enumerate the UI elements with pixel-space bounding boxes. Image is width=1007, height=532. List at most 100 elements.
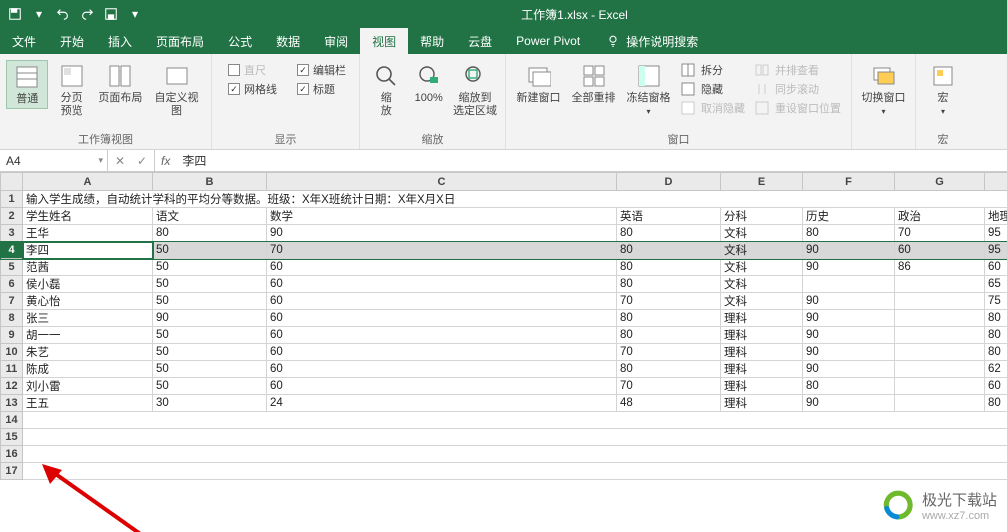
tab-page-layout[interactable]: 页面布局 [144,28,216,54]
cell[interactable]: 60 [267,378,617,395]
select-all-corner[interactable] [1,173,23,191]
cell[interactable]: 历史 [803,208,895,225]
cell[interactable]: 文科 [721,242,803,259]
view-pagelayout-button[interactable]: 页面布局 [95,60,146,107]
row-header[interactable]: 12 [1,378,23,395]
new-window-button[interactable]: 新建窗口 [512,60,565,107]
switch-window-button[interactable]: 切换窗口▾ [858,60,909,118]
row-header[interactable]: 11 [1,361,23,378]
cell[interactable]: 60 [895,242,985,259]
cell[interactable]: 理科 [721,344,803,361]
tab-file[interactable]: 文件 [0,28,48,54]
cell[interactable]: 80 [803,225,895,242]
cell[interactable]: 90 [803,259,895,276]
row-header[interactable]: 13 [1,395,23,412]
cell[interactable]: 语文 [153,208,267,225]
undo-icon[interactable] [52,3,74,25]
cell[interactable]: 分科 [721,208,803,225]
cell[interactable]: 文科 [721,276,803,293]
col-header-C[interactable]: C [267,173,617,191]
cell[interactable]: 70 [617,293,721,310]
tab-review[interactable]: 审阅 [312,28,360,54]
cell[interactable]: 胡一一 [23,327,153,344]
col-header-A[interactable]: A [23,173,153,191]
view-normal-button[interactable]: 普通 [6,60,48,109]
cell[interactable]: 范茜 [23,259,153,276]
cell[interactable]: 数学 [267,208,617,225]
cell[interactable]: 张三 [23,310,153,327]
cell[interactable]: 95 [985,242,1007,259]
row-header[interactable]: 14 [1,412,23,429]
save-alt-icon[interactable] [100,3,122,25]
cell[interactable]: 70 [895,225,985,242]
cell[interactable]: 80 [985,310,1007,327]
cell[interactable]: 80 [803,378,895,395]
cell[interactable]: 理科 [721,327,803,344]
cell[interactable]: 理科 [721,310,803,327]
cell[interactable]: 侯小磊 [23,276,153,293]
tab-insert[interactable]: 插入 [96,28,144,54]
tab-cloud[interactable]: 云盘 [456,28,504,54]
cell[interactable]: 70 [617,344,721,361]
cell[interactable]: 90 [153,310,267,327]
col-header-G[interactable]: G [895,173,985,191]
cell[interactable]: 60 [267,259,617,276]
row-header[interactable]: 6 [1,276,23,293]
worksheet[interactable]: A B C D E F G 1输入学生成绩，自动统计学科的平均分等数据。班级：X… [0,172,1007,532]
tab-view[interactable]: 视图 [360,28,408,54]
redo-icon[interactable] [76,3,98,25]
cell[interactable]: 50 [153,344,267,361]
tab-power-pivot[interactable]: Power Pivot [504,28,592,54]
row-header[interactable]: 16 [1,446,23,463]
row-header[interactable]: 10 [1,344,23,361]
cell[interactable]: 90 [803,361,895,378]
cell[interactable]: 86 [895,259,985,276]
cell[interactable]: 80 [617,327,721,344]
col-header-F[interactable]: F [803,173,895,191]
cell[interactable]: 60 [267,276,617,293]
col-header-E[interactable]: E [721,173,803,191]
cell[interactable]: 60 [267,327,617,344]
cell[interactable]: 李四 [23,242,153,259]
cell[interactable]: 王五 [23,395,153,412]
cell[interactable]: 60 [267,361,617,378]
col-header-D[interactable]: D [617,173,721,191]
cell[interactable]: 50 [153,242,267,259]
cell[interactable] [895,395,985,412]
cell[interactable]: 75 [985,293,1007,310]
row-header[interactable]: 4 [1,242,23,259]
row-header[interactable]: 15 [1,429,23,446]
checkbox-gridlines[interactable]: ✓网格线 [228,81,277,97]
cell[interactable] [895,378,985,395]
cell[interactable]: 80 [985,395,1007,412]
cell[interactable]: 英语 [617,208,721,225]
cell[interactable]: 政治 [895,208,985,225]
row-header[interactable]: 8 [1,310,23,327]
cell[interactable]: 输入学生成绩，自动统计学科的平均分等数据。班级：X年X班统计日期：X年X月X日 [23,191,1007,208]
cell[interactable]: 95 [985,225,1007,242]
cell[interactable]: 90 [267,225,617,242]
cell[interactable]: 文科 [721,259,803,276]
cell[interactable]: 80 [617,276,721,293]
cell[interactable]: 60 [267,310,617,327]
row-header[interactable]: 5 [1,259,23,276]
fx-icon[interactable]: fx [155,154,176,168]
cell[interactable]: 90 [803,395,895,412]
view-custom-button[interactable]: 自定义视图 [148,60,205,119]
cell[interactable]: 80 [153,225,267,242]
macros-button[interactable]: 宏▾ [922,60,964,118]
row-header[interactable]: 17 [1,463,23,480]
cell[interactable]: 50 [153,327,267,344]
cell[interactable]: 90 [803,310,895,327]
cell[interactable]: 90 [803,327,895,344]
cell[interactable]: 62 [985,361,1007,378]
cell[interactable] [895,293,985,310]
save-icon[interactable] [4,3,26,25]
row-header[interactable]: 1 [1,191,23,208]
confirm-edit-icon[interactable]: ✓ [134,154,150,168]
tab-formula[interactable]: 公式 [216,28,264,54]
view-pagebreak-button[interactable]: 分页 预览 [50,60,92,119]
cell[interactable]: 80 [617,361,721,378]
cell[interactable]: 80 [617,225,721,242]
tab-home[interactable]: 开始 [48,28,96,54]
